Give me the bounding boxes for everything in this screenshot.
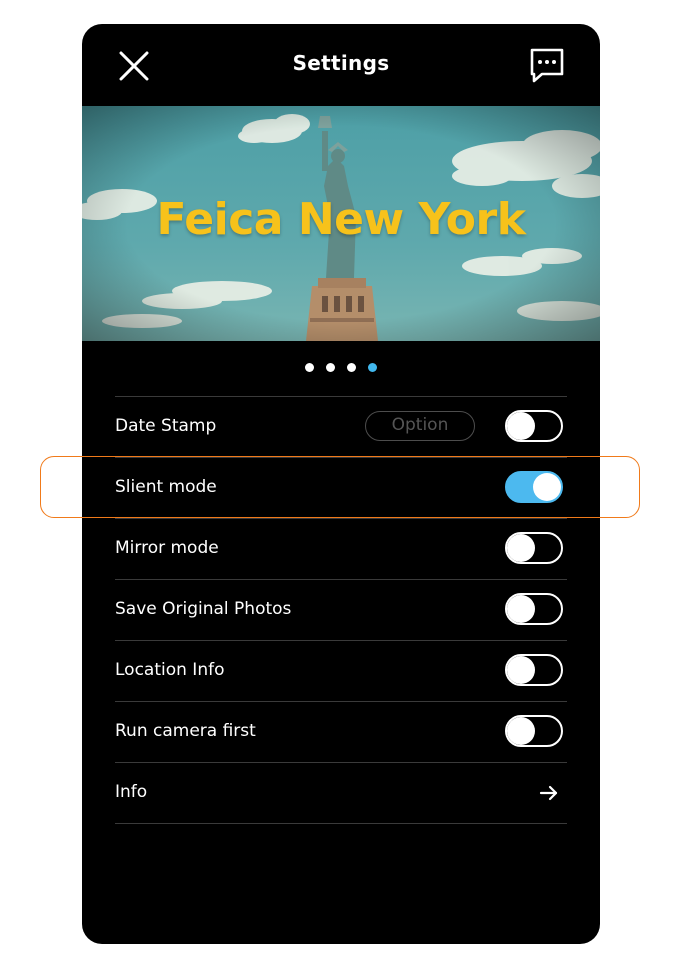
run-camera-first-toggle[interactable] [505,715,563,747]
mirror-mode-label: Mirror mode [115,538,219,558]
run-camera-first-label: Run camera first [115,721,256,741]
promo-banner[interactable]: Feica New York [82,106,600,341]
toggle-knob [507,717,535,745]
silent-mode-label: Slient mode [115,477,217,497]
run-camera-first-row: Run camera first [115,702,567,763]
save-original-photos-toggle[interactable] [505,593,563,625]
page-dot[interactable] [305,363,314,372]
date-stamp-toggle[interactable] [505,410,563,442]
mirror-mode-row: Mirror mode [115,519,567,580]
info-label: Info [115,782,148,802]
settings-screen: Settings Feica New York Date Stamp Optio… [82,24,600,944]
chat-bubble-icon[interactable] [528,46,566,86]
page-dot[interactable] [347,363,356,372]
toggle-knob [507,656,535,684]
toggle-knob [507,534,535,562]
save-original-photos-row: Save Original Photos [115,580,567,641]
toggle-knob [507,595,535,623]
page-dot-active[interactable] [368,363,377,372]
settings-list: Date Stamp Option Slient mode Mirror mod… [115,396,567,824]
arrow-right-icon [539,785,558,801]
page-dot[interactable] [326,363,335,372]
silent-mode-toggle[interactable] [505,471,563,503]
mirror-mode-toggle[interactable] [505,532,563,564]
silent-mode-row: Slient mode [115,458,567,519]
page-title: Settings [292,51,390,75]
header: Settings [82,24,600,106]
banner-title: Feica New York [156,194,526,245]
date-stamp-label: Date Stamp [115,416,217,436]
save-original-photos-label: Save Original Photos [115,599,292,619]
date-stamp-row: Date Stamp Option [115,397,567,458]
location-info-row: Location Info [115,641,567,702]
location-info-toggle[interactable] [505,654,563,686]
location-info-label: Location Info [115,660,225,680]
date-stamp-option-button[interactable]: Option [365,411,475,441]
toggle-knob [533,473,561,501]
page-indicator [82,363,600,375]
toggle-knob [507,412,535,440]
info-row[interactable]: Info [115,763,567,824]
